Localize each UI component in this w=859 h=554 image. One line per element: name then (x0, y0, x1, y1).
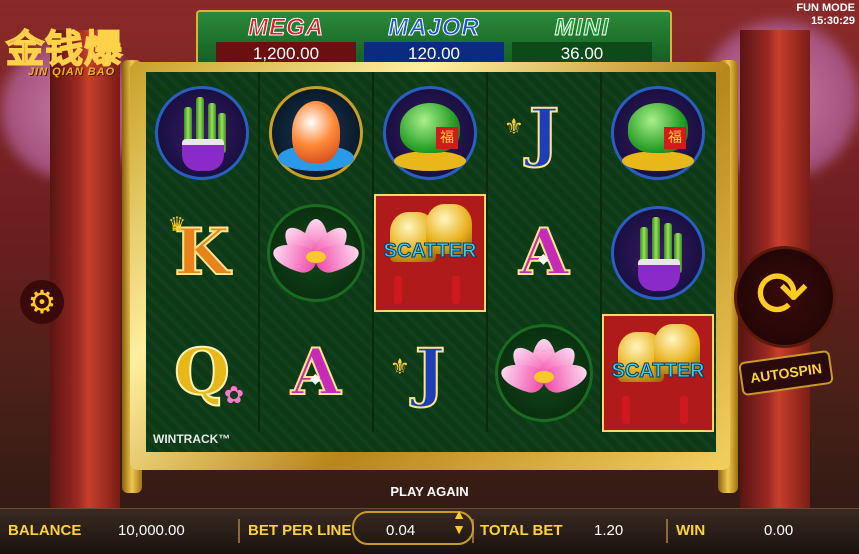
scatter-label: SCATTER (611, 360, 705, 383)
divider (238, 519, 240, 543)
diamond-icon: ◆ (538, 250, 549, 266)
divider (666, 519, 668, 543)
lotus-symbol (488, 314, 600, 432)
lotus-center-icon (306, 251, 326, 263)
koi-medallion (269, 86, 363, 180)
win-label: WIN (676, 522, 706, 539)
autospin-button[interactable]: AUTOSPIN (738, 349, 834, 397)
k-symbol: ♛ K (146, 194, 258, 312)
fu-charm-icon: 福 (664, 127, 686, 149)
bet-per-line-label: BET PER LINE (248, 522, 352, 539)
lotus-icon: ✿ (223, 382, 244, 409)
left-pillar (50, 30, 120, 513)
bet-stepper[interactable]: ▲ ▼ (450, 507, 468, 543)
j-letter: J (528, 95, 560, 170)
koi-symbol (260, 74, 372, 192)
jackpot-mini-label: MINI (554, 14, 610, 41)
scatter-label: SCATTER (383, 240, 477, 263)
reel-2: A ◆ (260, 72, 374, 432)
total-bet-label: TOTAL BET (480, 522, 563, 539)
balance-value: 10,000.00 (118, 522, 185, 539)
frog-medallion: 福 (383, 86, 477, 180)
logo-chinese: 金钱爆 (5, 25, 124, 72)
settings-button[interactable]: ⚙ (20, 280, 64, 324)
play-again-text: PLAY AGAIN (390, 484, 469, 499)
bet-decrease-icon[interactable]: ▼ (450, 522, 468, 537)
diamond-icon: ◆ (310, 370, 321, 386)
gear-icon: ⚙ (27, 284, 57, 320)
balance-label: BALANCE (8, 522, 82, 539)
lotus-medallion (267, 204, 365, 302)
lotus-center-icon (534, 371, 554, 383)
win-value: 0.00 (764, 522, 794, 539)
reel-1: ♛ K Q ✿ (146, 72, 260, 432)
wintrack-label: WINTRACK™ (153, 432, 231, 446)
jackpot-major-label: MAJOR (388, 14, 480, 41)
jackpot-major: MAJOR 120.00 (364, 14, 504, 66)
reel-3: 福 SCATTER ⚜ J (374, 72, 488, 432)
a-symbol: A ◆ (260, 314, 372, 432)
frog-symbol: 福 (374, 74, 486, 192)
crown-icon: ♛ (168, 214, 186, 236)
purple-pot-icon (638, 259, 680, 291)
lotus-medallion (495, 324, 593, 422)
tassel-icon (680, 396, 688, 424)
jackpot-mega: MEGA 1,200.00 (216, 14, 356, 66)
koi-fish-icon (292, 101, 340, 163)
logo-english: JIN QIAN BAO (28, 66, 116, 78)
fleur-de-lis-icon: ⚜ (390, 354, 410, 379)
j-symbol: ⚜ J (374, 314, 486, 432)
bamboo-medallion (611, 206, 705, 300)
j-letter: J (414, 335, 446, 410)
scatter-symbol: SCATTER (374, 194, 486, 312)
total-bet-value: 1.20 (594, 522, 624, 539)
scatter-symbol: SCATTER (602, 314, 714, 432)
tassel-icon (394, 276, 402, 304)
bamboo-symbol (602, 194, 714, 312)
scatter-tile: SCATTER (602, 314, 714, 432)
bamboo-medallion (155, 86, 249, 180)
autospin-control[interactable]: ⟳ AUTOSPIN (728, 238, 838, 398)
bamboo-symbol (146, 74, 258, 192)
tassel-icon (452, 276, 460, 304)
lotus-symbol (260, 194, 372, 312)
frog-symbol: 福 (602, 74, 714, 192)
j-symbol: ⚜ J (488, 74, 600, 192)
purple-pot-icon (182, 139, 224, 171)
a-symbol: A ◆ (488, 194, 600, 312)
q-letter: Q (173, 335, 231, 410)
clock-time: 15:30:29 (810, 15, 855, 27)
frog-medallion: 福 (611, 86, 705, 180)
coin-pile-icon (394, 151, 466, 171)
reel-area: ♛ K Q ✿ A ◆ 福 SCATTER ⚜ J ⚜ J A ◆ 福 SCAT… (146, 72, 716, 452)
coin-pile-icon (622, 151, 694, 171)
spin-arrows-icon: ⟳ (755, 258, 809, 330)
bet-increase-icon[interactable]: ▲ (450, 507, 468, 522)
mode-clock: FUN MODE 15:30:29 (796, 2, 855, 28)
fu-charm-icon: 福 (436, 127, 458, 149)
scatter-tile: SCATTER (374, 194, 486, 312)
game-logo: 金钱爆 JIN QIAN BAO (5, 18, 146, 90)
reel-4: ⚜ J A ◆ (488, 72, 602, 432)
q-symbol: Q ✿ (146, 314, 258, 432)
jackpot-mega-label: MEGA (248, 14, 324, 41)
reel-5: 福 SCATTER (602, 72, 714, 432)
mode-label: FUN MODE (796, 2, 855, 14)
fleur-de-lis-icon: ⚜ (504, 114, 524, 139)
jackpot-mini: MINI 36.00 (512, 14, 652, 66)
tassel-icon (622, 396, 630, 424)
